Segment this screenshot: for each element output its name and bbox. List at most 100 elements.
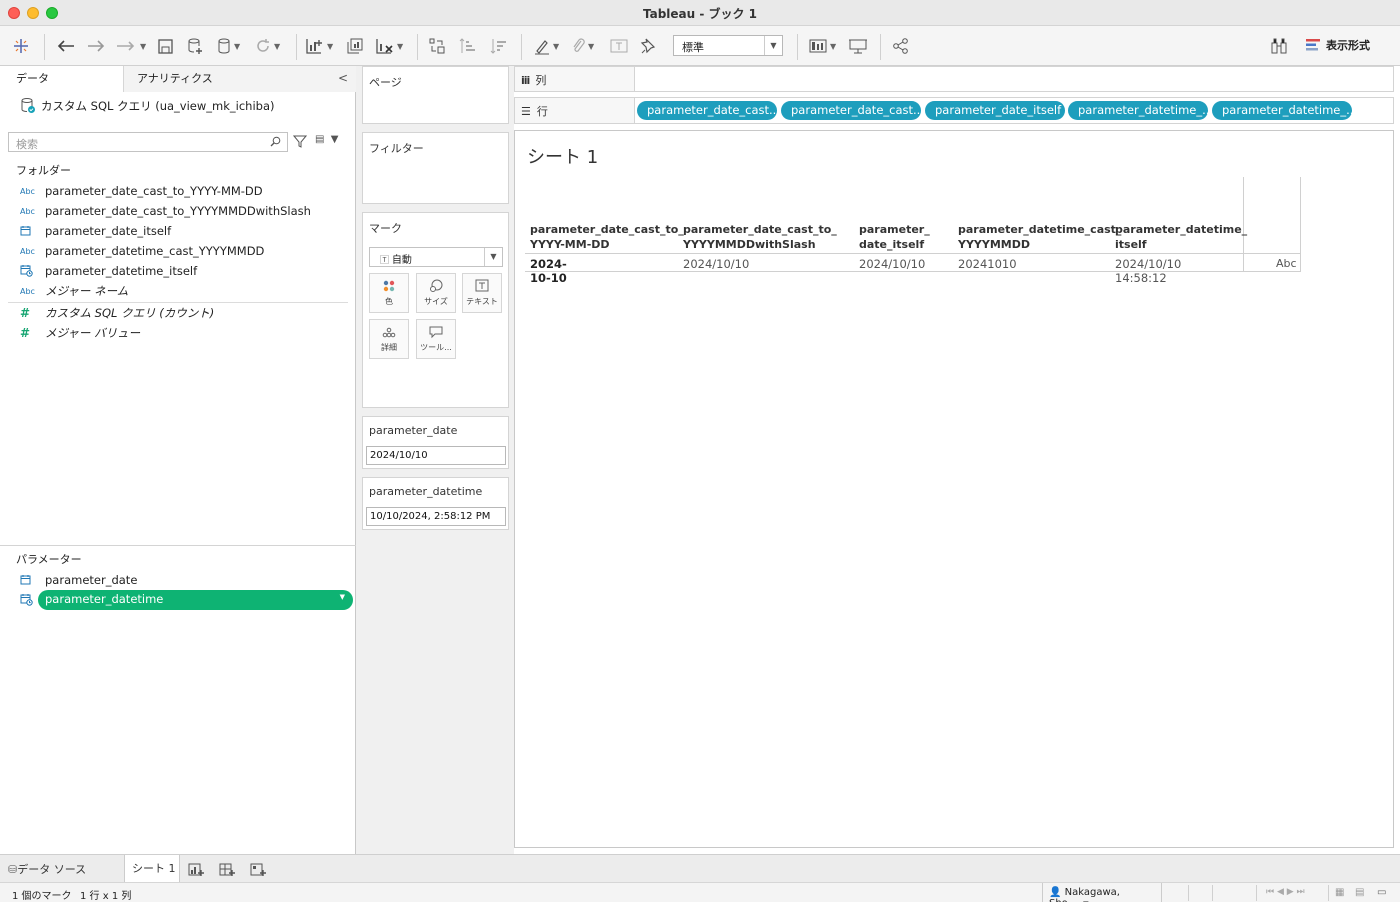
sort-descending-icon[interactable] (490, 35, 508, 57)
refresh-icon[interactable]: ▼ (254, 35, 280, 57)
collapse-pane-icon[interactable]: < (338, 66, 348, 91)
replay-icon[interactable]: ▼ (116, 35, 146, 57)
column-header[interactable]: parameter_ date_itself (859, 222, 930, 252)
clear-sheet-icon[interactable]: ▼ (375, 35, 403, 57)
field-dimension[interactable]: Abc メジャー ネーム (20, 282, 128, 300)
column-header[interactable]: parameter_date_cast_to_ YYYYMMDDwithSlash (683, 222, 837, 252)
parameter-item-selected[interactable]: parameter_datetime ▼ (38, 590, 353, 610)
datasource-tab[interactable]: ⛁ データ ソース (8, 855, 86, 883)
calendar-icon (20, 225, 45, 238)
column-header[interactable]: parameter_datetime_cast_ YYYYMMDD (958, 222, 1121, 252)
field-measure[interactable]: # カスタム SQL クエリ (カウント) (20, 304, 214, 322)
rows-shelf[interactable]: ☰ 行 parameter_date_cast.. parameter_date_… (514, 97, 1394, 124)
ask-data-binoculars-icon[interactable] (1270, 35, 1288, 57)
rows-shelf-label: ☰ 行 (515, 98, 635, 123)
size-button[interactable]: サイズ (416, 273, 456, 313)
new-datasource-icon[interactable] (186, 35, 204, 57)
save-icon[interactable] (157, 35, 174, 57)
tab-analytics[interactable]: アナリティクス < (124, 66, 356, 92)
sort-ascending-icon[interactable] (459, 35, 477, 57)
chevron-down-icon: ▼ (484, 248, 502, 266)
fit-select[interactable]: 標準 ▼ (673, 35, 783, 56)
view-canvas: シート 1 parameter_date_cast_to_ YYYY-MM-DD … (514, 130, 1394, 848)
show-me-button[interactable]: 表示形式 (1306, 37, 1370, 53)
search-input[interactable]: 検索 (8, 132, 288, 152)
table-cell[interactable]: 2024/10/10 14:58:12 (1115, 257, 1181, 285)
column-header[interactable]: parameter_datetime_ itself (1115, 222, 1247, 252)
status-rows-cols: 1 行 x 1 列 (80, 891, 132, 902)
sheet-tab[interactable]: シート 1 (124, 855, 180, 883)
number-type-icon: # (20, 326, 31, 340)
row-pill[interactable]: parameter_date_cast.. (781, 101, 921, 120)
swap-rows-columns-icon[interactable] (428, 35, 446, 57)
pause-updates-icon[interactable]: ▼ (216, 35, 240, 57)
group-members-icon[interactable]: ▼ (570, 35, 594, 57)
show-me-icon (1306, 39, 1320, 51)
parameter-date-input[interactable]: 2024/10/10 (366, 446, 506, 465)
toolbar: ▼ ▼ ▼ ▼ ▼ ▼ ▼ 標準 ▼ ▼ 表示形式 (0, 26, 1400, 66)
presentation-mode-icon[interactable] (848, 35, 868, 57)
field-dimension[interactable]: Abc parameter_date_cast_to_YYYY-MM-DD (20, 182, 263, 200)
mark-type-select[interactable]: 🅃 自動 ▼ (369, 247, 503, 267)
show-cards-icon[interactable]: ▼ (808, 35, 836, 57)
tableau-window: Tableau - ブック 1 ▼ ▼ ▼ ▼ ▼ ▼ ▼ 標準 ▼ ▼ 表示形… (0, 0, 1400, 902)
column-header[interactable]: parameter_date_cast_to_ YYYY-MM-DD (530, 222, 684, 252)
parameter-item[interactable]: parameter_date (20, 571, 137, 589)
field-dimension[interactable]: Abc parameter_datetime_cast_YYYYMMDD (20, 242, 264, 260)
tooltip-button[interactable]: ツール... (416, 319, 456, 359)
new-story-icon[interactable] (250, 862, 266, 880)
chevron-down-icon[interactable]: ▼ (340, 593, 345, 601)
field-dimension[interactable]: parameter_date_itself (20, 222, 171, 240)
tableau-logo-icon[interactable] (12, 35, 30, 57)
fix-axes-pin-icon[interactable] (640, 35, 656, 57)
new-worksheet-icon[interactable] (188, 862, 204, 880)
filters-shelf[interactable]: フィルター (362, 132, 509, 204)
sheet-sorter-view-icon[interactable]: ▦ (1335, 887, 1344, 898)
datasource-item[interactable]: カスタム SQL クエリ (ua_view_mk_ichiba) (20, 97, 274, 114)
show-mark-labels-icon[interactable] (609, 35, 629, 57)
field-measure[interactable]: # メジャー バリュー (20, 324, 140, 342)
undo-icon[interactable] (56, 35, 76, 57)
detail-button[interactable]: 詳細 (369, 319, 409, 359)
table-cell[interactable]: 20241010 (958, 257, 1017, 271)
label-button[interactable]: テキスト (462, 273, 502, 313)
color-button[interactable]: 色 (369, 273, 409, 313)
row-pill[interactable]: parameter_date_itself (925, 101, 1065, 120)
new-worksheet-icon[interactable]: ▼ (305, 35, 333, 57)
sheet-tab-bar: ⛁ データ ソース シート 1 (0, 854, 1400, 883)
highlight-icon[interactable]: ▼ (533, 35, 559, 57)
marks-card: マーク 🅃 自動 ▼ 色 サイズ テキスト 詳細 ツール... (362, 212, 509, 408)
parameter-datetime-input[interactable]: 10/10/2024, 2:58:12 PM (366, 507, 506, 526)
share-icon[interactable] (892, 35, 910, 57)
sheet-navigation-icons[interactable]: ⏮ ◀ ▶ ⏭ (1266, 887, 1305, 897)
table-cell[interactable]: 2024-10-10 (530, 257, 567, 285)
duplicate-sheet-icon[interactable] (346, 35, 364, 57)
marks-label: マーク (369, 222, 402, 235)
new-dashboard-icon[interactable] (219, 862, 235, 880)
chevron-down-icon: ▼ (764, 36, 782, 55)
row-pill[interactable]: parameter_date_cast.. (637, 101, 777, 120)
table-cell[interactable]: Abc (1276, 257, 1297, 270)
show-me-label: 表示形式 (1326, 39, 1370, 52)
text-label-icon (463, 274, 501, 296)
pages-shelf[interactable]: ページ (362, 66, 509, 124)
field-dimension[interactable]: Abc parameter_date_cast_to_YYYYMMDDwithSl… (20, 202, 311, 220)
redo-icon[interactable] (86, 35, 106, 57)
sheet-title[interactable]: シート 1 (527, 143, 598, 169)
row-pill[interactable]: parameter_datetime_.. (1212, 101, 1352, 120)
string-type-icon: Abc (20, 186, 35, 196)
filter-fields-icon[interactable] (292, 134, 308, 151)
columns-shelf[interactable]: iii 列 (514, 66, 1394, 92)
tab-data[interactable]: データ (0, 66, 124, 92)
filmstrip-view-icon[interactable]: ▤ (1355, 887, 1364, 898)
view-options-icon[interactable]: ▤ ▼ (315, 134, 339, 145)
tabs-view-icon[interactable]: ▭ (1377, 887, 1386, 898)
table-cell[interactable]: 2024/10/10 (859, 257, 925, 271)
field-dimension[interactable]: parameter_datetime_itself (20, 262, 197, 280)
number-type-icon: # (20, 306, 31, 320)
table-cell[interactable]: 2024/10/10 (683, 257, 749, 271)
label-label: テキスト (466, 297, 498, 306)
row-pill[interactable]: parameter_datetime_.. (1068, 101, 1208, 120)
string-type-icon: Abc (20, 206, 35, 216)
user-menu[interactable]: 👤 Nakagawa, Sho...▼ (1042, 883, 1162, 902)
